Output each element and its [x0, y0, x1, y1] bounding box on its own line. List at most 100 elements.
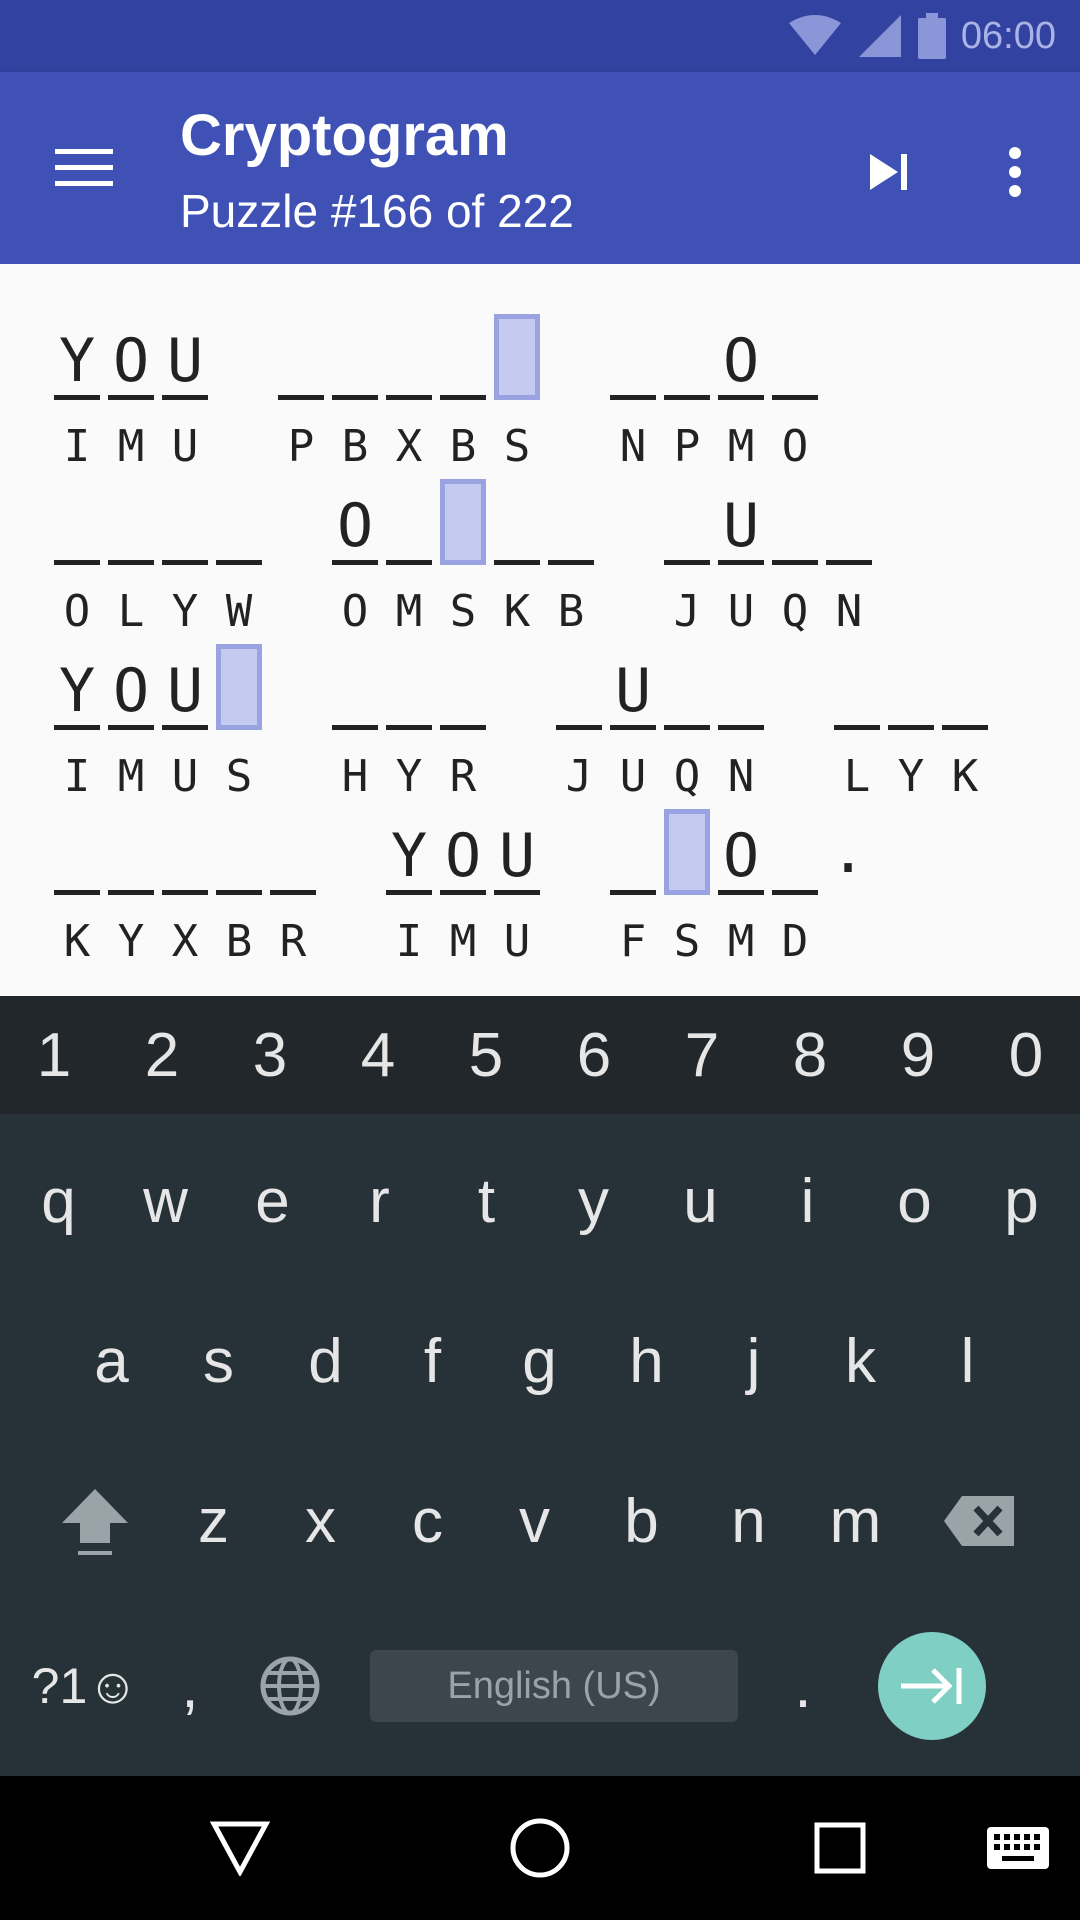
letter-slot[interactable]: [386, 479, 432, 565]
selected-letter-slot[interactable]: [494, 314, 540, 400]
letter-cell[interactable]: D: [768, 809, 822, 971]
letter-slot[interactable]: [610, 809, 656, 895]
key-o[interactable]: o: [861, 1146, 968, 1256]
key-j[interactable]: j: [700, 1306, 807, 1416]
letter-cell[interactable]: S: [436, 479, 490, 641]
letter-cell[interactable]: Y: [104, 809, 158, 971]
skip-puzzle-button[interactable]: [850, 132, 930, 212]
key-k[interactable]: k: [807, 1306, 914, 1416]
selected-letter-slot[interactable]: [216, 644, 262, 730]
letter-cell[interactable]: X: [382, 314, 436, 476]
letter-slot[interactable]: [826, 479, 872, 565]
period-key[interactable]: .: [758, 1651, 848, 1722]
key-4[interactable]: 4: [324, 996, 432, 1114]
key-d[interactable]: d: [272, 1306, 379, 1416]
letter-cell[interactable]: OO: [328, 479, 382, 641]
letter-slot[interactable]: [664, 644, 710, 730]
letter-slot[interactable]: [386, 644, 432, 730]
enter-key[interactable]: [878, 1632, 986, 1740]
letter-slot[interactable]: [664, 314, 710, 400]
key-m[interactable]: m: [802, 1466, 909, 1576]
key-h[interactable]: h: [593, 1306, 700, 1416]
letter-slot[interactable]: O: [718, 314, 764, 400]
keyboard-switch-button[interactable]: [970, 1800, 1066, 1896]
letter-cell[interactable]: B: [212, 809, 266, 971]
letter-slot[interactable]: [108, 479, 154, 565]
letter-cell[interactable]: K: [50, 809, 104, 971]
letter-cell[interactable]: Q: [660, 644, 714, 806]
key-s[interactable]: s: [165, 1306, 272, 1416]
key-y[interactable]: y: [540, 1146, 647, 1256]
letter-cell[interactable]: OM: [104, 314, 158, 476]
letter-slot[interactable]: O: [108, 314, 154, 400]
letter-slot[interactable]: [270, 809, 316, 895]
letter-cell[interactable]: UU: [490, 809, 544, 971]
key-x[interactable]: x: [267, 1466, 374, 1576]
letter-cell[interactable]: UU: [158, 644, 212, 806]
language-key[interactable]: [230, 1655, 350, 1717]
key-9[interactable]: 9: [864, 996, 972, 1114]
key-6[interactable]: 6: [540, 996, 648, 1114]
letter-slot[interactable]: [54, 479, 100, 565]
letter-cell[interactable]: N: [606, 314, 660, 476]
letter-cell[interactable]: B: [436, 314, 490, 476]
shift-key[interactable]: [30, 1466, 160, 1576]
key-t[interactable]: t: [433, 1146, 540, 1256]
key-i[interactable]: i: [754, 1146, 861, 1256]
letter-cell[interactable]: J: [552, 644, 606, 806]
letter-slot[interactable]: [772, 809, 818, 895]
key-r[interactable]: r: [326, 1146, 433, 1256]
letter-slot[interactable]: [216, 479, 262, 565]
letter-cell[interactable]: W: [212, 479, 266, 641]
letter-cell[interactable]: UU: [606, 644, 660, 806]
letter-slot[interactable]: [718, 644, 764, 730]
letter-slot[interactable]: [556, 644, 602, 730]
menu-button[interactable]: [36, 128, 132, 208]
letter-slot[interactable]: [440, 644, 486, 730]
key-2[interactable]: 2: [108, 996, 216, 1114]
letter-cell[interactable]: OM: [714, 809, 768, 971]
letter-cell[interactable]: B: [328, 314, 382, 476]
letter-cell[interactable]: YI: [50, 644, 104, 806]
letter-slot[interactable]: [834, 644, 880, 730]
letter-cell[interactable]: UU: [158, 314, 212, 476]
letter-slot[interactable]: [332, 314, 378, 400]
letter-cell[interactable]: Y: [884, 644, 938, 806]
back-button[interactable]: [192, 1800, 288, 1896]
letter-cell[interactable]: P: [660, 314, 714, 476]
letter-cell[interactable]: OM: [714, 314, 768, 476]
key-l[interactable]: l: [914, 1306, 1021, 1416]
letter-cell[interactable]: H: [328, 644, 382, 806]
letter-cell[interactable]: O: [50, 479, 104, 641]
letter-cell[interactable]: F: [606, 809, 660, 971]
letter-cell[interactable]: UU: [714, 479, 768, 641]
key-z[interactable]: z: [160, 1466, 267, 1576]
letter-slot[interactable]: [440, 314, 486, 400]
key-e[interactable]: e: [219, 1146, 326, 1256]
backspace-key[interactable]: [909, 1466, 1049, 1576]
key-u[interactable]: u: [647, 1146, 754, 1256]
letter-slot[interactable]: [610, 314, 656, 400]
letter-cell[interactable]: Y: [382, 644, 436, 806]
key-f[interactable]: f: [379, 1306, 486, 1416]
letter-slot[interactable]: U: [718, 479, 764, 565]
letter-slot[interactable]: U: [494, 809, 540, 895]
letter-slot[interactable]: O: [108, 644, 154, 730]
letter-slot[interactable]: [216, 809, 262, 895]
letter-cell[interactable]: P: [274, 314, 328, 476]
letter-cell[interactable]: N: [714, 644, 768, 806]
letter-slot[interactable]: [278, 314, 324, 400]
key-q[interactable]: q: [5, 1146, 112, 1256]
key-n[interactable]: n: [695, 1466, 802, 1576]
key-g[interactable]: g: [486, 1306, 593, 1416]
letter-slot[interactable]: [548, 479, 594, 565]
letter-slot[interactable]: O: [440, 809, 486, 895]
letter-cell[interactable]: B: [544, 479, 598, 641]
letter-slot[interactable]: Y: [54, 314, 100, 400]
letter-slot[interactable]: [494, 479, 540, 565]
letter-cell[interactable]: M: [382, 479, 436, 641]
key-8[interactable]: 8: [756, 996, 864, 1114]
letter-cell[interactable]: X: [158, 809, 212, 971]
letter-slot[interactable]: U: [610, 644, 656, 730]
home-button[interactable]: [492, 1800, 588, 1896]
